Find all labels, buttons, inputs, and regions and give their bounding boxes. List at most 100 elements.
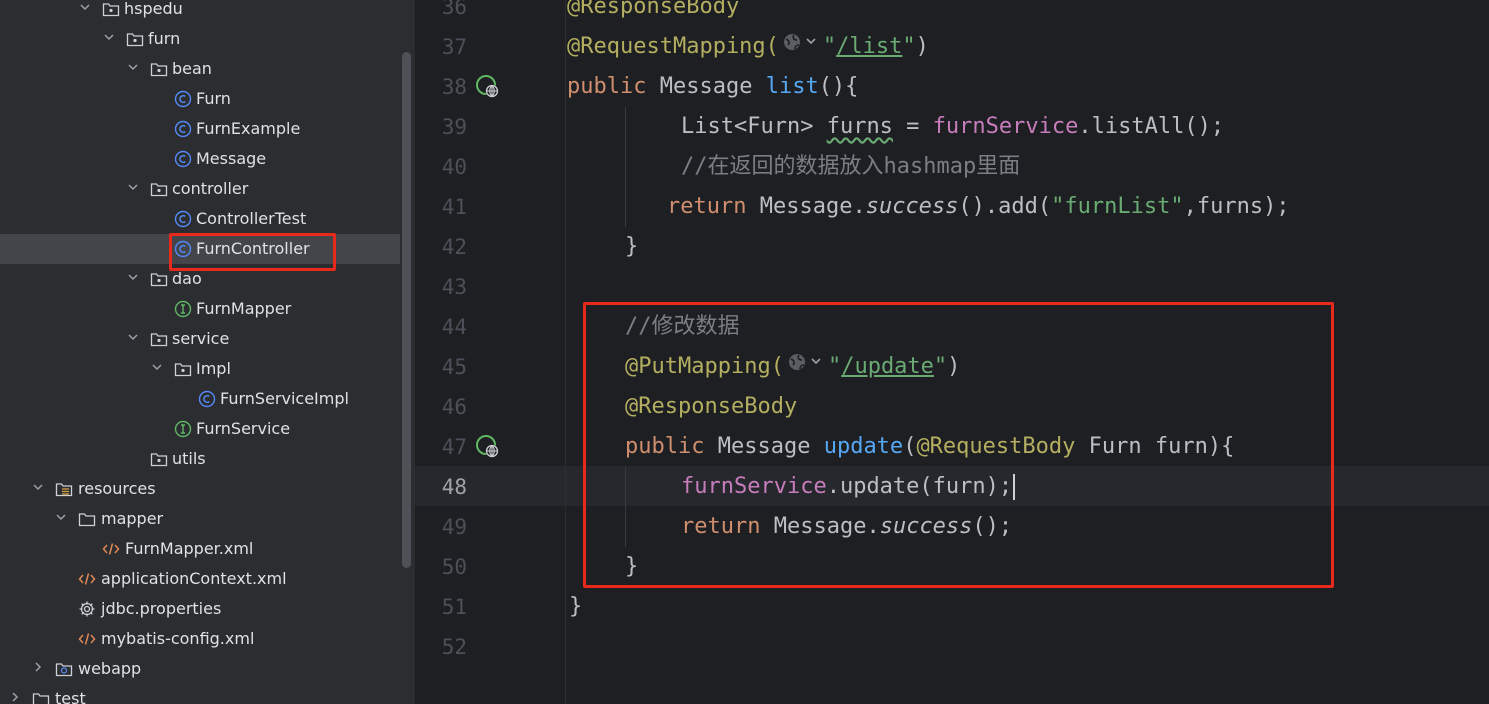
tree-item-label: FurnServiceImpl — [220, 389, 349, 408]
tree-item-label: FurnExample — [196, 119, 301, 138]
chevron-down-icon[interactable] — [80, 2, 90, 12]
line-number: 46 — [441, 395, 467, 419]
tree-item-label: resources — [78, 479, 156, 498]
tree-item-resources[interactable]: resources — [0, 474, 400, 504]
tree-item-hspedu[interactable]: hspedu — [0, 0, 400, 24]
folder-icon — [78, 510, 96, 528]
code-text: Message. — [746, 194, 866, 219]
line-number: 44 — [441, 315, 467, 339]
tree-item-mybatis-config-xml[interactable]: mybatis-config.xml — [0, 624, 400, 654]
code-line-42[interactable]: } — [625, 227, 638, 267]
tree-item-applicationcontext-xml[interactable]: applicationContext.xml — [0, 564, 400, 594]
tree-item-bean[interactable]: bean — [0, 54, 400, 84]
web-endpoint-icon[interactable] — [475, 434, 501, 460]
code-line-37[interactable]: @RequestMapping("/list") — [567, 27, 929, 67]
chevron-down-icon[interactable] — [33, 482, 43, 492]
code-line-39[interactable]: List<Furn> furns = furnService.listAll()… — [681, 107, 1224, 147]
tree-item-impl[interactable]: Impl — [0, 354, 400, 384]
xml-file-icon — [78, 570, 96, 588]
line-number: 52 — [441, 635, 467, 659]
tree-item-label: test — [55, 689, 86, 704]
tree-item-utils[interactable]: utils — [0, 444, 400, 474]
tree-item-label: Impl — [196, 359, 231, 378]
tree-item-label: Furn — [196, 89, 231, 108]
tree-item-controller[interactable]: controller — [0, 174, 400, 204]
tree-item-jdbc-properties[interactable]: jdbc.properties — [0, 594, 400, 624]
tree-item-label: webapp — [78, 659, 142, 678]
url-path[interactable]: /list — [836, 34, 902, 59]
code-text: ().add( — [958, 194, 1052, 219]
code-text: ,furns); — [1183, 194, 1290, 219]
tree-item-furnservice[interactable]: FurnService — [0, 414, 400, 444]
line-number: 45 — [441, 355, 467, 379]
tree-item-label: bean — [172, 59, 212, 78]
tree-item-furn-class[interactable]: Furn — [0, 84, 400, 114]
line-number: 49 — [441, 515, 467, 539]
brace: } — [569, 594, 583, 619]
code-line-36[interactable]: @ResponseBody — [567, 0, 739, 27]
type: Message — [646, 74, 766, 99]
package-icon — [150, 330, 168, 348]
tree-item-label: Message — [196, 149, 267, 168]
tree-scrollbar[interactable] — [402, 52, 411, 568]
brace: } — [625, 234, 639, 259]
indent-guide — [625, 107, 626, 227]
chevron-down-icon[interactable] — [56, 512, 66, 522]
chevron-down-icon[interactable] — [104, 32, 114, 42]
code-line-40[interactable]: //在返回的数据放入hashmap里面 — [681, 147, 1020, 187]
class-icon — [198, 390, 216, 408]
code-line-51[interactable]: } — [569, 587, 582, 627]
chevron-down-icon[interactable] — [128, 272, 138, 282]
globe-dropdown-icon[interactable] — [781, 27, 821, 67]
line-number: 39 — [441, 115, 467, 139]
tree-item-service[interactable]: service — [0, 324, 400, 354]
chevron-down-icon[interactable] — [152, 362, 162, 372]
package-icon — [150, 60, 168, 78]
package-icon — [150, 180, 168, 198]
keyword: public — [567, 74, 647, 99]
package-icon — [126, 30, 144, 48]
tree-item-controllertest[interactable]: ControllerTest — [0, 204, 400, 234]
tree-item-label: FurnMapper.xml — [125, 539, 254, 558]
resources-folder-icon — [55, 480, 73, 498]
tree-item-label: FurnService — [196, 419, 291, 438]
code-editor[interactable]: 36 37 38 39 40 41 42 43 44 45 46 47 48 4… — [415, 0, 1489, 704]
chevron-right-icon[interactable] — [33, 662, 43, 672]
line-number: 38 — [441, 75, 467, 99]
code-text: = — [892, 114, 933, 139]
tree-item-furnexample[interactable]: FurnExample — [0, 114, 400, 144]
tree-item-furn[interactable]: furn — [0, 24, 400, 54]
tree-item-furnmapper-xml[interactable]: FurnMapper.xml — [0, 534, 400, 564]
tree-item-webapp[interactable]: webapp — [0, 654, 400, 684]
quote: " — [822, 34, 837, 59]
method-call: success — [865, 194, 959, 219]
tree-item-label: utils — [172, 449, 206, 468]
tree-item-furnmapper[interactable]: FurnMapper — [0, 294, 400, 324]
code-line-38[interactable]: public Message list(){ — [567, 67, 858, 107]
tree-item-label: mapper — [101, 509, 164, 528]
package-icon — [174, 360, 192, 378]
folder-icon — [32, 690, 50, 704]
chevron-down-icon[interactable] — [128, 332, 138, 342]
tree-item-test[interactable]: test — [0, 684, 400, 704]
class-icon — [174, 150, 192, 168]
web-endpoint-icon[interactable] — [475, 74, 501, 100]
chevron-right-icon[interactable] — [10, 692, 20, 702]
tree-item-label: ControllerTest — [196, 209, 307, 228]
xml-file-icon — [78, 630, 96, 648]
line-number: 50 — [441, 555, 467, 579]
project-tree-panel: hspedu furn bean Furn FurnExample Messag… — [0, 0, 415, 704]
string: "furnList" — [1051, 194, 1184, 219]
web-folder-icon — [55, 660, 73, 678]
class-icon — [174, 120, 192, 138]
chevron-down-icon[interactable] — [128, 182, 138, 192]
field: furnService — [932, 114, 1079, 139]
code-line-41[interactable]: return Message.success().add("furnList",… — [667, 187, 1290, 227]
tree-item-furnserviceimpl[interactable]: FurnServiceImpl — [0, 384, 400, 414]
tree-item-mapper[interactable]: mapper — [0, 504, 400, 534]
tree-item-message[interactable]: Message — [0, 144, 400, 174]
chevron-down-icon[interactable] — [128, 62, 138, 72]
line-number: 42 — [441, 235, 467, 259]
code-text: (){ — [818, 74, 859, 99]
comment: //在返回的数据放入hashmap里面 — [681, 154, 1021, 179]
